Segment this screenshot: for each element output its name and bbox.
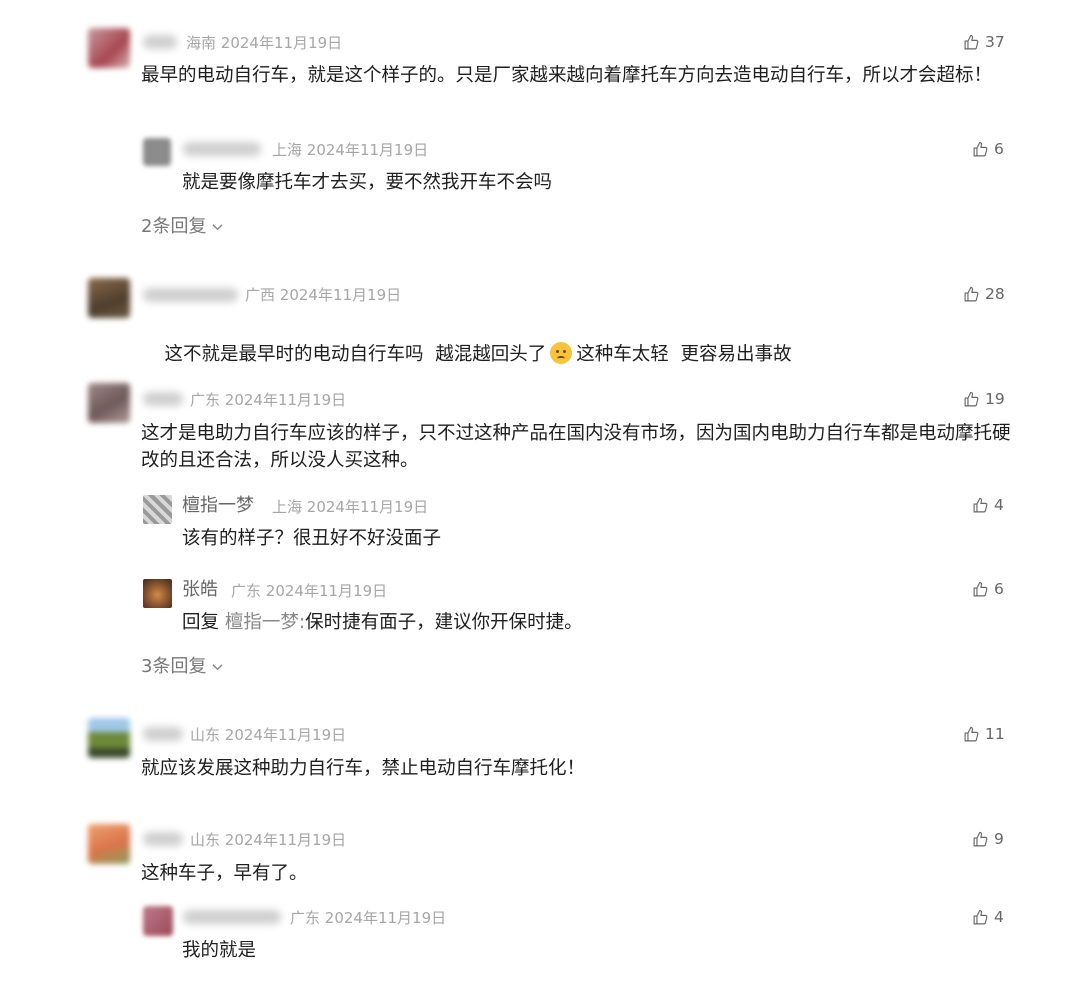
comment-meta: 广东 2024年11月19日 — [290, 908, 446, 928]
location: 上海 — [272, 498, 303, 516]
username[interactable]: 张皓 — [182, 579, 218, 601]
reply-target-username[interactable]: 檀指一梦: — [225, 612, 305, 633]
like-count: 4 — [994, 908, 1004, 926]
avatar[interactable] — [143, 579, 172, 608]
chevron-down-icon — [212, 664, 224, 671]
comment-meta: 上海 2024年11月19日 — [272, 497, 428, 517]
location: 上海 — [272, 141, 303, 159]
like-button[interactable]: 37 — [963, 32, 1005, 52]
avatar[interactable] — [88, 718, 130, 758]
avatar[interactable] — [88, 278, 130, 318]
like-button[interactable]: 9 — [972, 829, 1004, 849]
like-count: 9 — [994, 830, 1004, 848]
expand-replies-button[interactable]: 2条回复 — [141, 215, 224, 239]
comment-meta: 广东 2024年11月19日 — [231, 581, 387, 601]
expand-replies-label: 2条回复 — [141, 216, 207, 237]
comment-text-part-1: 这不就是最早时的电动自行车吗 越混越回头了 — [164, 344, 547, 365]
like-button[interactable]: 28 — [963, 284, 1005, 304]
thumbs-up-icon — [964, 286, 979, 301]
confused-face-emoji-icon — [550, 342, 573, 364]
like-count: 11 — [985, 725, 1005, 743]
date: 2024年11月19日 — [224, 726, 347, 744]
expand-replies-label: 3条回复 — [141, 656, 207, 677]
date: 2024年11月19日 — [220, 34, 343, 52]
like-button[interactable]: 19 — [963, 389, 1005, 409]
comment-meta: 山东 2024年11月19日 — [190, 830, 346, 850]
username-blurred[interactable] — [143, 727, 183, 741]
reply-text: 回复 檀指一梦:保时捷有面子，建议你开保时捷。 — [182, 609, 962, 636]
username-blurred[interactable] — [143, 35, 177, 49]
location: 海南 — [186, 34, 217, 52]
reply-text: 该有的样子？很丑好不好没面子 — [182, 528, 442, 549]
location: 广东 — [290, 909, 321, 927]
like-button[interactable]: 11 — [963, 724, 1005, 744]
thumbs-up-icon — [973, 141, 988, 156]
comment-meta: 上海 2024年11月19日 — [272, 140, 428, 160]
reply-text: 就是要像摩托车才去买，要不然我开车不会吗 — [182, 172, 553, 193]
comment-text: 最早的电动自行车，就是这个样子的。只是厂家越来越向着摩托车方向去造电动自行车，所… — [141, 65, 993, 86]
thumbs-up-icon — [973, 581, 988, 596]
username[interactable]: 檀指一梦 — [182, 495, 254, 517]
comment-text: 这种车子，早有了。 — [141, 863, 308, 884]
location: 广东 — [190, 391, 221, 409]
avatar[interactable] — [88, 383, 130, 423]
thumbs-up-icon — [973, 909, 988, 924]
comment-text: 这才是电助力自行车应该的样子，只不过这种产品在国内没有市场，因为国内电助力自行车… — [141, 423, 1011, 471]
like-count: 37 — [985, 33, 1005, 51]
username-blurred[interactable] — [183, 910, 281, 924]
location: 广东 — [231, 582, 262, 600]
username-blurred[interactable] — [143, 392, 183, 406]
comment-meta: 广东 2024年11月19日 — [190, 390, 346, 410]
like-count: 6 — [994, 580, 1004, 598]
date: 2024年11月19日 — [224, 831, 347, 849]
username-blurred[interactable] — [143, 288, 238, 302]
date: 2024年11月19日 — [306, 141, 429, 159]
comment-text: 就应该发展这种助力自行车，禁止电动自行车摩托化！ — [141, 758, 586, 779]
date: 2024年11月19日 — [265, 582, 388, 600]
username-blurred[interactable] — [143, 832, 183, 846]
chevron-down-icon — [212, 224, 224, 231]
reply-body: 保时捷有面子，建议你开保时捷。 — [305, 612, 583, 633]
avatar[interactable] — [143, 138, 171, 166]
avatar[interactable] — [88, 28, 130, 68]
thumbs-up-icon — [964, 726, 979, 741]
location: 山东 — [190, 726, 221, 744]
thumbs-up-icon — [973, 831, 988, 846]
expand-replies-button[interactable]: 3条回复 — [141, 655, 224, 679]
username-blurred[interactable] — [183, 142, 261, 156]
comment-meta: 山东 2024年11月19日 — [190, 725, 346, 745]
date: 2024年11月19日 — [224, 391, 347, 409]
date: 2024年11月19日 — [324, 909, 447, 927]
like-count: 6 — [994, 140, 1004, 158]
like-button[interactable]: 6 — [972, 139, 1004, 159]
avatar[interactable] — [143, 906, 173, 936]
avatar[interactable] — [88, 824, 130, 864]
like-count: 19 — [985, 390, 1005, 408]
like-count: 4 — [994, 496, 1004, 514]
location: 山东 — [190, 831, 221, 849]
thumbs-up-icon — [973, 497, 988, 512]
avatar[interactable] — [143, 495, 172, 524]
date: 2024年11月19日 — [306, 498, 429, 516]
like-button[interactable]: 6 — [972, 579, 1004, 599]
comment-text-part-2: 这种车太轻 更容易出事故 — [576, 344, 792, 365]
comment-meta: 广西 2024年11月19日 — [245, 285, 401, 305]
like-button[interactable]: 4 — [972, 907, 1004, 927]
thumbs-up-icon — [964, 34, 979, 49]
comment-meta: 海南 2024年11月19日 — [186, 33, 342, 53]
location: 广西 — [245, 286, 276, 304]
date: 2024年11月19日 — [279, 286, 402, 304]
comment-text: 这不就是最早时的电动自行车吗 越混越回头了 这种车太轻 更容易出事故 — [141, 314, 1021, 395]
like-button[interactable]: 4 — [972, 495, 1004, 515]
thumbs-up-icon — [964, 391, 979, 406]
reply-prefix: 回复 — [182, 612, 220, 633]
reply-text: 我的就是 — [182, 940, 257, 961]
like-count: 28 — [985, 285, 1005, 303]
